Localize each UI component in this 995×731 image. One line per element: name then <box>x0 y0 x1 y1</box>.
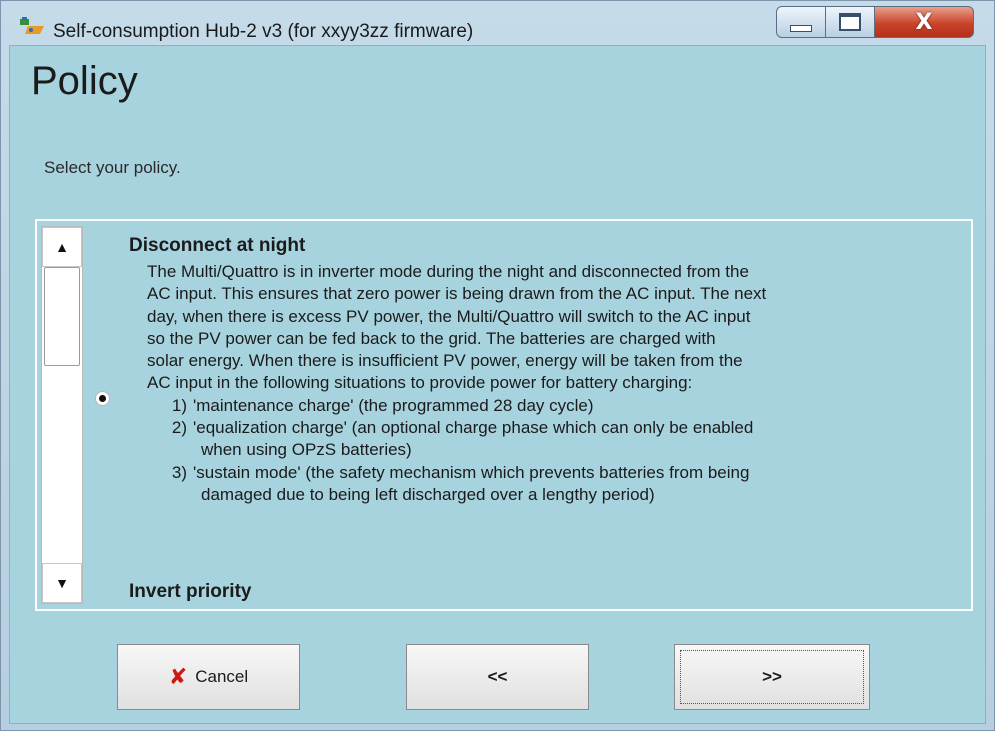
policy-radio-disconnect-at-night[interactable] <box>95 391 110 406</box>
situation-item: 3) 'sustain mode' (the safety mechanism w… <box>157 462 952 484</box>
scroll-down-button[interactable]: ▼ <box>42 563 82 603</box>
arrow-up-icon: ▲ <box>55 239 69 255</box>
dialog-window: Self-consumption Hub-2 v3 (for xxyy3zz f… <box>0 0 995 731</box>
close-button[interactable]: X <box>874 6 974 38</box>
vertical-scrollbar[interactable]: ▲ ▼ <box>41 226 83 604</box>
minimize-button[interactable] <box>776 6 826 38</box>
situation-text: 'maintenance charge' (the programmed 28 … <box>193 395 594 415</box>
maximize-button[interactable] <box>825 6 875 38</box>
situation-number: 2) <box>171 418 187 438</box>
minimize-icon <box>790 24 812 32</box>
cancel-button-label: Cancel <box>195 667 249 686</box>
situation-text: 'sustain mode' (the safety mechanism whi… <box>193 462 750 482</box>
situation-text-continued: damaged due to being left discharged ove… <box>201 484 655 504</box>
description-line: AC input in the following situations to … <box>147 373 693 393</box>
situation-number: 1) <box>171 395 187 415</box>
window-title: Self-consumption Hub-2 v3 (for xxyy3zz f… <box>53 21 474 42</box>
focus-ring <box>680 650 864 704</box>
scroll-up-button[interactable]: ▲ <box>42 227 82 267</box>
situation-number: 3) <box>171 462 187 482</box>
maximize-icon <box>839 13 861 31</box>
scroll-thumb[interactable] <box>44 267 80 366</box>
page-subtitle: Select your policy. <box>44 158 181 177</box>
back-button-label: << <box>487 667 508 686</box>
situation-text-continued: when using OPzS batteries) <box>201 440 412 460</box>
description-line: The Multi/Quattro is in inverter mode du… <box>147 262 749 281</box>
description-line: solar energy. When there is insufficient… <box>147 351 743 371</box>
page-title: Policy <box>31 59 138 103</box>
title-bar[interactable]: Self-consumption Hub-2 v3 (for xxyy3zz f… <box>1 1 994 45</box>
next-button[interactable]: >> <box>674 644 870 710</box>
situation-item: 2) 'equalization charge' (an optional cha… <box>157 417 952 439</box>
cancel-button[interactable]: ✘ Cancel <box>117 644 300 710</box>
close-icon: X <box>915 9 933 35</box>
situation-list: 1) 'maintenance charge' (the programmed 2… <box>157 395 952 506</box>
policy-option-title[interactable]: Invert priority <box>129 581 251 603</box>
description-line: AC input. This ensures that zero power i… <box>147 284 767 304</box>
app-icon <box>20 17 44 34</box>
situation-item: 1) 'maintenance charge' (the programmed 2… <box>157 395 952 417</box>
situation-text: 'equalization charge' (an optional charg… <box>193 418 754 438</box>
description-line: day, when there is excess PV power, the … <box>147 306 751 326</box>
x-icon: ✘ <box>168 664 188 690</box>
arrow-down-icon: ▼ <box>55 575 69 591</box>
radio-selected-dot <box>99 395 106 402</box>
policy-option-title[interactable]: Disconnect at night <box>129 235 305 257</box>
policy-option-description: The Multi/Quattro is in inverter mode du… <box>147 261 952 506</box>
description-line: so the PV power can be fed back to the g… <box>147 328 716 348</box>
back-button[interactable]: << <box>406 644 589 710</box>
